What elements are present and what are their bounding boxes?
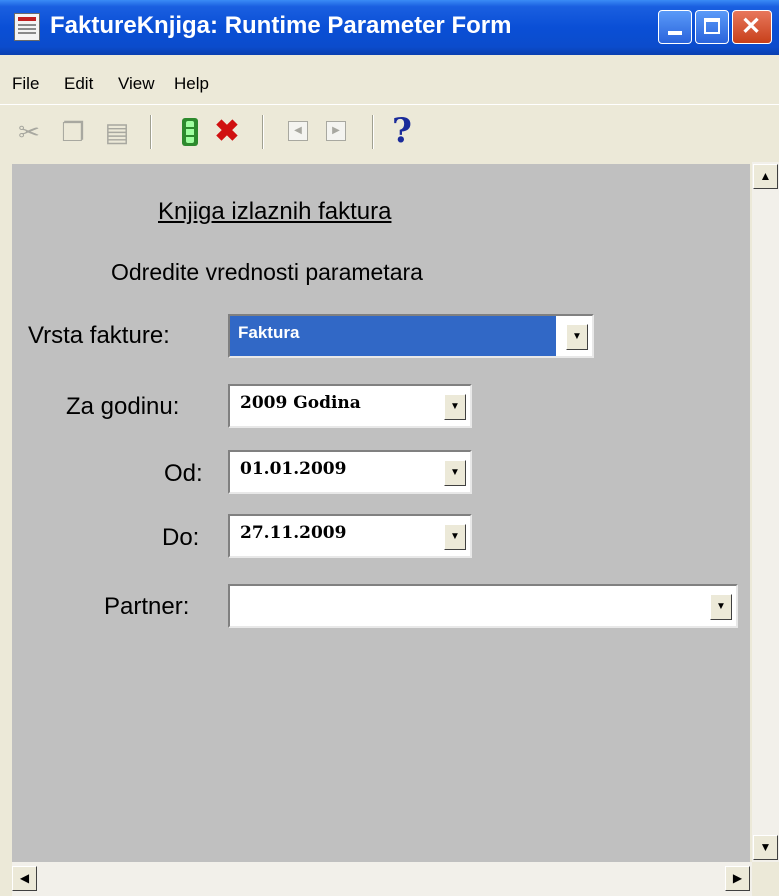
form-subheading: Odredite vrednosti parametara [111,259,423,285]
partner-label: Partner: [104,593,190,620]
date-from-value: 01.01.2009 [240,459,347,479]
menu-help[interactable]: Help [174,74,209,94]
chevron-down-icon[interactable]: ▼ [444,460,466,486]
invoice-type-value: Faktura [238,323,300,342]
menu-view[interactable]: View [118,74,155,94]
close-icon: ✕ [741,13,762,40]
year-label: Za godinu: [66,393,180,420]
next-page-icon[interactable]: ▶ [326,121,346,141]
menu-file[interactable]: File [12,74,39,94]
partner-select[interactable]: ▼ [228,584,738,628]
date-from-label: Od: [164,460,203,487]
red-x-icon[interactable]: ✖ [212,114,242,150]
menu-edit[interactable]: Edit [64,74,93,94]
scrollbar-corner [752,862,779,896]
question-mark-icon[interactable]: ? [392,111,412,151]
vertical-scrollbar[interactable]: ▲ ▼ [752,162,779,862]
previous-page-icon[interactable]: ◀ [288,121,308,141]
scroll-right-icon[interactable]: ▶ [725,866,750,891]
title-bar[interactable]: FaktureKnjiga: Runtime Parameter Form ✕ [0,0,779,55]
scissors-icon[interactable]: ✂ [14,114,44,150]
chevron-down-icon[interactable]: ▼ [444,394,466,420]
date-from-select[interactable]: 01.01.2009 ▼ [228,450,472,494]
window-title: FaktureKnjiga: Runtime Parameter Form [50,12,512,39]
horizontal-scrollbar[interactable]: ◀ ▶ [12,862,752,896]
menu-bar: File Edit View Help [0,60,779,98]
date-to-label: Do: [162,524,200,551]
form-heading: Knjiga izlaznih faktura [158,198,392,225]
scroll-up-icon[interactable]: ▲ [753,164,778,189]
chevron-down-icon[interactable]: ▼ [710,594,732,620]
scroll-left-icon[interactable]: ◀ [12,866,37,891]
minimize-icon [668,31,682,35]
toolbar-separator [372,115,374,149]
maximize-icon [704,18,720,34]
year-value: 2009 Godina [240,393,361,413]
date-to-value: 27.11.2009 [240,523,347,543]
invoice-type-select[interactable]: Faktura ▼ [228,314,594,358]
toolbar-separator [262,115,264,149]
paste-icon[interactable]: ▤ [102,114,132,150]
chevron-down-icon[interactable]: ▼ [444,524,466,550]
toolbar-separator [150,115,152,149]
invoice-type-label: Vrsta fakture: [28,322,170,349]
minimize-button[interactable] [658,10,692,44]
maximize-button[interactable] [695,10,729,44]
year-select[interactable]: 2009 Godina ▼ [228,384,472,428]
chevron-down-icon[interactable]: ▼ [566,324,588,350]
scroll-down-icon[interactable]: ▼ [753,835,778,860]
traffic-light-icon[interactable] [178,118,202,146]
application-window: FaktureKnjiga: Runtime Parameter Form ✕ … [0,0,779,896]
close-button[interactable]: ✕ [732,10,772,44]
report-app-icon[interactable] [14,13,40,41]
toolbar: ✂ ❐ ▤ ✖ ◀ ▶ ? [0,104,779,158]
copy-icon[interactable]: ❐ [58,114,88,150]
date-to-select[interactable]: 27.11.2009 ▼ [228,514,472,558]
